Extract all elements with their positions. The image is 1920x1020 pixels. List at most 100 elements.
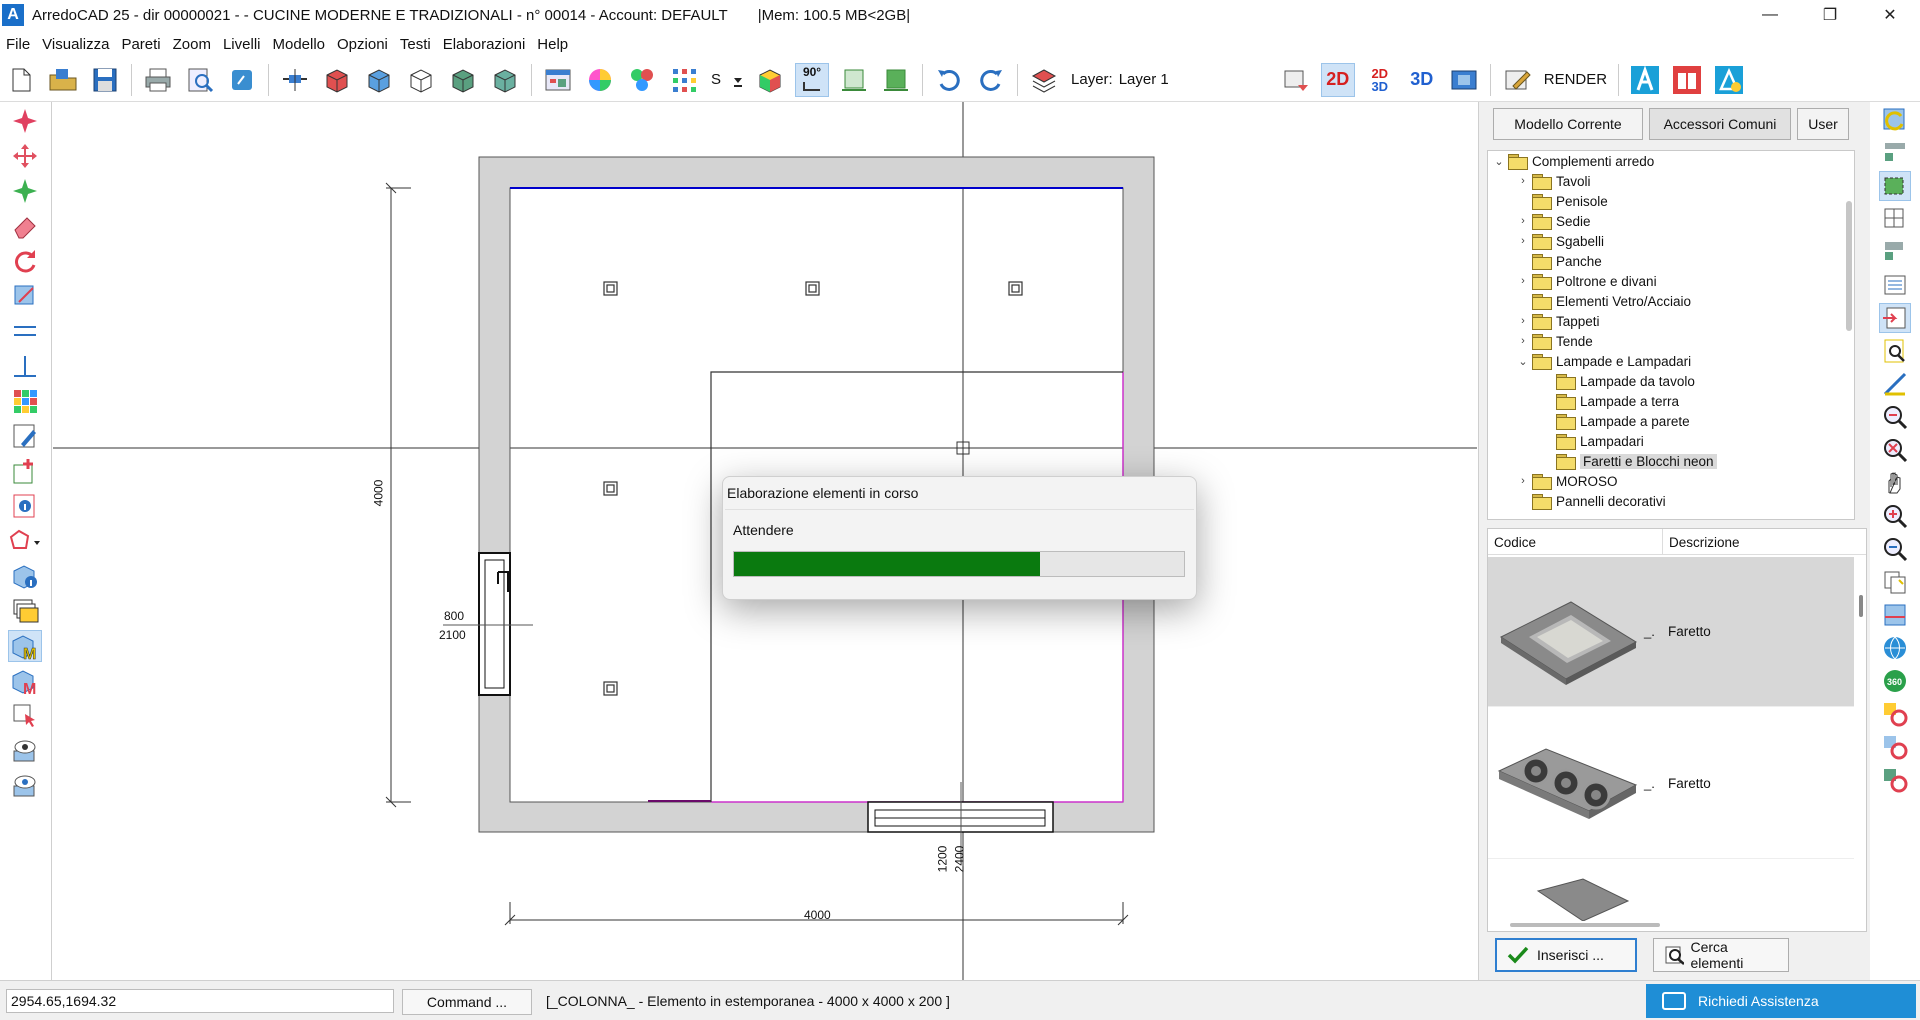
model-info-icon[interactable]	[8, 560, 42, 592]
tree-item-tappeti[interactable]: › Tappeti	[1516, 311, 1600, 331]
tree-expand-toggle[interactable]: ›	[1516, 235, 1530, 247]
add-node-icon[interactable]	[8, 455, 42, 487]
tree-item-lampadari[interactable]: Lampadari	[1540, 431, 1644, 451]
layers-icon[interactable]	[8, 595, 42, 627]
insert-wall-icon[interactable]	[278, 63, 312, 97]
cross-section-icon[interactable]	[1879, 600, 1911, 630]
layer-down-icon[interactable]	[1279, 63, 1313, 97]
menu-modello[interactable]: Modello	[266, 36, 331, 53]
dots-grid-icon[interactable]	[667, 63, 701, 97]
copy-icon[interactable]	[1879, 567, 1911, 597]
model-m-red-icon[interactable]: M	[8, 665, 42, 697]
polygon-icon[interactable]	[8, 525, 42, 557]
zoom-in-icon[interactable]	[1879, 501, 1911, 531]
tree-item-lampade-lampadari[interactable]: ⌄ Lampade e Lampadari	[1516, 351, 1691, 371]
box-teal-icon[interactable]	[488, 63, 522, 97]
view-eye-2-icon[interactable]	[8, 770, 42, 802]
zoom-extents-icon[interactable]	[1879, 435, 1911, 465]
snap-s-button[interactable]: S	[711, 71, 721, 88]
menu-opzioni[interactable]: Opzioni	[331, 36, 394, 53]
tree-expand-toggle[interactable]: ⌄	[1492, 155, 1506, 168]
print-preview-icon[interactable]	[183, 63, 217, 97]
tree-expand-toggle[interactable]: ›	[1516, 475, 1530, 487]
menu-help[interactable]: Help	[531, 36, 574, 53]
tree-item-panche[interactable]: Panche	[1516, 251, 1602, 271]
view-3d-photo-icon[interactable]	[1447, 63, 1481, 97]
materials-icon[interactable]	[625, 63, 659, 97]
render-button[interactable]: RENDER	[1544, 71, 1607, 88]
view-2d3d-button[interactable]: 2D 3D	[1363, 63, 1397, 97]
tree-expand-toggle[interactable]: ›	[1516, 215, 1530, 227]
grid-row[interactable]: _. Faretto	[1488, 709, 1854, 859]
zoom-area-icon[interactable]	[1879, 402, 1911, 432]
menu-pareti[interactable]: Pareti	[115, 36, 166, 53]
view-3d-button[interactable]: 3D	[1405, 63, 1439, 97]
restore-button[interactable]: ❐	[1800, 0, 1860, 30]
angle-90-button[interactable]: 90°	[795, 62, 830, 97]
tree-expand-toggle[interactable]: ›	[1516, 335, 1530, 347]
search-doc-icon[interactable]	[1879, 336, 1911, 366]
tree-item-penisole[interactable]: Penisole	[1516, 191, 1608, 211]
move-icon[interactable]	[8, 140, 42, 172]
info-icon[interactable]	[8, 490, 42, 522]
color-grid-icon[interactable]	[8, 385, 42, 417]
tree-expand-toggle[interactable]: ⌄	[1516, 355, 1530, 368]
grid-horizontal-scrollbar[interactable]	[1510, 923, 1660, 927]
menu-visualizza[interactable]: Visualizza	[36, 36, 115, 53]
render-icon[interactable]	[1500, 63, 1534, 97]
color-c-icon[interactable]	[1879, 699, 1911, 729]
grid-header-codice[interactable]: Codice	[1488, 529, 1662, 554]
select-arrow-icon[interactable]	[8, 700, 42, 732]
tree-item-elementi-vetro-acciaio[interactable]: Elementi Vetro/Acciaio	[1516, 291, 1691, 311]
menu-zoom[interactable]: Zoom	[167, 36, 217, 53]
zoom-out-icon[interactable]	[1879, 534, 1911, 564]
attach-doc-icon[interactable]	[225, 63, 259, 97]
layer-settings-icon[interactable]	[1027, 63, 1061, 97]
catalog-book-icon[interactable]	[1670, 63, 1704, 97]
redo-icon[interactable]	[974, 63, 1008, 97]
menu-elaborazioni[interactable]: Elaborazioni	[437, 36, 532, 53]
box-red-icon[interactable]	[320, 63, 354, 97]
request-assistance-button[interactable]: Richiedi Assistenza	[1646, 984, 1916, 1018]
select-rect-icon[interactable]	[1879, 171, 1911, 201]
close-button[interactable]: ✕	[1860, 0, 1920, 30]
explode-icon[interactable]	[8, 175, 42, 207]
edit-tools-icon[interactable]	[8, 420, 42, 452]
tree-item-sgabelli[interactable]: › Sgabelli	[1516, 231, 1604, 251]
dropdown-arrow-icon[interactable]	[731, 63, 745, 97]
tab-modello-corrente[interactable]: Modello Corrente	[1493, 108, 1643, 140]
measure-icon[interactable]	[1879, 369, 1911, 399]
pan-hand-icon[interactable]	[1879, 468, 1911, 498]
box-green-icon[interactable]	[446, 63, 480, 97]
coordinates-input[interactable]	[6, 989, 394, 1013]
tree-item-pannelli-decorativi[interactable]: Pannelli decorativi	[1516, 491, 1666, 511]
menu-file[interactable]: File	[0, 36, 36, 53]
menu-livelli[interactable]: Livelli	[217, 36, 267, 53]
grid-header-descrizione[interactable]: Descrizione	[1662, 529, 1746, 554]
tree-item-tende[interactable]: › Tende	[1516, 331, 1593, 351]
tree-item-poltrone-divani[interactable]: › Poltrone e divani	[1516, 271, 1657, 291]
grid-plus-icon[interactable]	[1879, 204, 1911, 234]
tree-item-lampade-terra[interactable]: Lampade a terra	[1540, 391, 1679, 411]
color-wheel-icon[interactable]	[583, 63, 617, 97]
tree-expand-toggle[interactable]: ›	[1516, 275, 1530, 287]
tree-item-tavoli[interactable]: › Tavoli	[1516, 171, 1591, 191]
arredocad-a-icon[interactable]	[1628, 63, 1662, 97]
grid-arrow-icon[interactable]	[1879, 237, 1911, 267]
tree-item-sedie[interactable]: › Sedie	[1516, 211, 1591, 231]
save-icon[interactable]	[88, 63, 122, 97]
color-c-3-icon[interactable]	[1879, 765, 1911, 795]
wall-right-icon[interactable]	[879, 63, 913, 97]
menu-testi[interactable]: Testi	[394, 36, 437, 53]
view-360-icon[interactable]: 360	[1879, 666, 1911, 696]
search-elements-button[interactable]: Cerca elementi	[1653, 938, 1789, 972]
cloud-update-icon[interactable]	[1712, 63, 1746, 97]
grid-vertical-scrollbar[interactable]	[1859, 595, 1863, 617]
wall-left-icon[interactable]	[837, 63, 871, 97]
globe-icon[interactable]	[1879, 633, 1911, 663]
color-c-2-icon[interactable]	[1879, 732, 1911, 762]
cube-color-icon[interactable]	[753, 63, 787, 97]
parallel-line-icon[interactable]	[8, 315, 42, 347]
tree-item-complementi-arredo[interactable]: ⌄ Complementi arredo	[1492, 151, 1654, 171]
refresh-icon[interactable]	[1879, 105, 1911, 135]
